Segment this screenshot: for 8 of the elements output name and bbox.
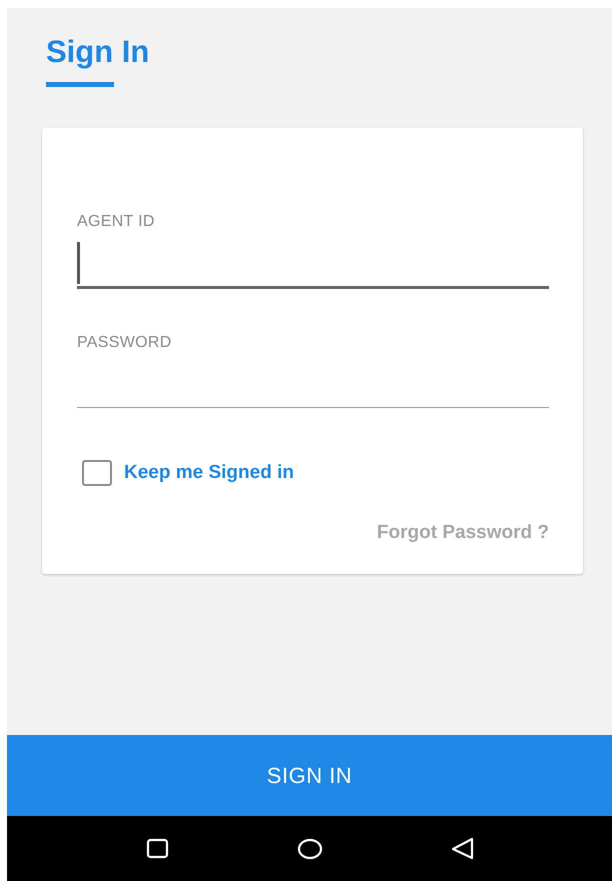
page-title: Sign In <box>46 34 150 70</box>
field-label: PASSWORD <box>77 333 173 353</box>
checkbox[interactable] <box>82 460 112 486</box>
sign-in-button[interactable]: SIGN IN <box>7 735 612 816</box>
title-underline <box>46 82 114 87</box>
forgot-password-link[interactable]: Forgot Password ? <box>376 522 549 544</box>
field-label: AGENT ID <box>77 212 156 232</box>
checkbox-label[interactable]: Keep me Signed in <box>124 462 294 484</box>
